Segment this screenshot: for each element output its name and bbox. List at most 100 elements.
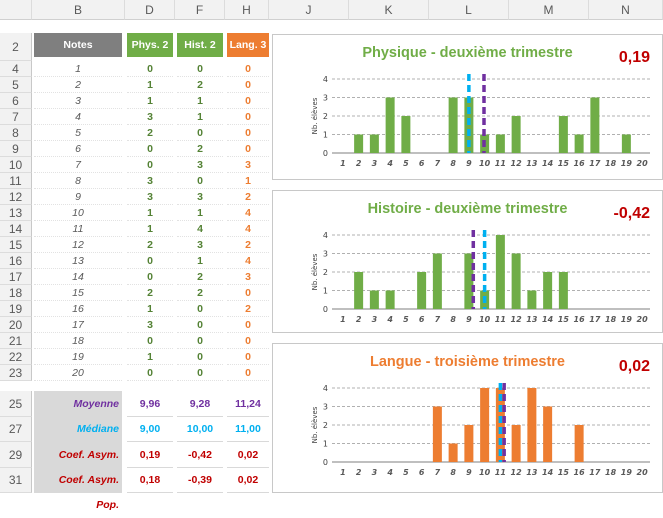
count-value: 1 bbox=[127, 349, 173, 365]
bar bbox=[495, 235, 505, 309]
note-value: 17 bbox=[34, 317, 122, 333]
count-value: 0 bbox=[177, 173, 223, 189]
x-tick-label: 10 bbox=[479, 468, 491, 477]
bar bbox=[558, 272, 568, 309]
column-header-l[interactable]: L bbox=[429, 0, 509, 20]
x-tick-label: 10 bbox=[479, 159, 491, 168]
row-header-31[interactable]: 31 bbox=[0, 468, 32, 493]
column-header-j[interactable]: J bbox=[269, 0, 349, 20]
x-tick-label: 9 bbox=[466, 315, 472, 324]
stat-label: Coef. Asym. Éch. bbox=[34, 442, 122, 487]
row-header-27[interactable]: 27 bbox=[0, 417, 32, 442]
x-tick-label: 15 bbox=[558, 315, 570, 324]
histogram-chart[interactable]: Langue - troisième trimestre 0,02 0 1 2 3 4 Nb.… bbox=[272, 343, 663, 493]
stat-label: Moyenne bbox=[34, 391, 122, 417]
x-tick-label: 8 bbox=[450, 159, 456, 168]
y-tick-label: 0 bbox=[323, 149, 328, 158]
count-value: 3 bbox=[127, 173, 173, 189]
count-value: 1 bbox=[127, 77, 173, 93]
note-value: 13 bbox=[34, 253, 122, 269]
column-header-f[interactable]: F bbox=[175, 0, 225, 20]
count-value: 0 bbox=[227, 93, 269, 109]
count-value: 0 bbox=[227, 365, 269, 381]
row-header-5[interactable]: 5 bbox=[0, 77, 32, 93]
count-value: 0 bbox=[227, 349, 269, 365]
column-header-b[interactable]: B bbox=[32, 0, 125, 20]
note-value: 6 bbox=[34, 141, 122, 157]
note-value: 2 bbox=[34, 77, 122, 93]
bar bbox=[527, 388, 537, 462]
row-header-16[interactable]: 16 bbox=[0, 253, 32, 269]
count-value: 3 bbox=[177, 189, 223, 205]
count-value: 4 bbox=[177, 221, 223, 237]
x-tick-label: 19 bbox=[621, 468, 633, 477]
x-tick-label: 11 bbox=[495, 315, 506, 324]
note-value: 3 bbox=[34, 93, 122, 109]
select-all-corner[interactable] bbox=[0, 0, 32, 20]
column-header-h[interactable]: H bbox=[225, 0, 269, 20]
row-header-22[interactable]: 22 bbox=[0, 349, 32, 365]
row-header-7[interactable]: 7 bbox=[0, 109, 32, 125]
row-header-20[interactable]: 20 bbox=[0, 317, 32, 333]
row-header-25[interactable]: 25 bbox=[0, 391, 32, 417]
row-header-19[interactable]: 19 bbox=[0, 301, 32, 317]
row-header-6[interactable]: 6 bbox=[0, 93, 32, 109]
row-header-13[interactable]: 13 bbox=[0, 205, 32, 221]
x-tick-label: 5 bbox=[403, 468, 409, 477]
x-tick-label: 16 bbox=[574, 315, 586, 324]
bar bbox=[401, 116, 411, 153]
column-header-n[interactable]: N bbox=[589, 0, 663, 20]
count-value: 0 bbox=[127, 141, 173, 157]
row-header-15[interactable]: 15 bbox=[0, 237, 32, 253]
x-tick-label: 9 bbox=[466, 468, 472, 477]
count-value: 0 bbox=[227, 77, 269, 93]
count-value: 3 bbox=[127, 189, 173, 205]
column-header-d[interactable]: D bbox=[125, 0, 175, 20]
note-value: 14 bbox=[34, 269, 122, 285]
row-header-8[interactable]: 8 bbox=[0, 125, 32, 141]
count-value: 1 bbox=[127, 301, 173, 317]
count-value: 2 bbox=[177, 77, 223, 93]
row-header-12[interactable]: 12 bbox=[0, 189, 32, 205]
note-value: 16 bbox=[34, 301, 122, 317]
row-header-2[interactable]: 2 bbox=[0, 33, 32, 61]
count-value: 1 bbox=[127, 93, 173, 109]
x-tick-label: 17 bbox=[589, 468, 601, 477]
histogram-plot: 01234Nb. élèves1 2 3 4 5 6 7 8 9 10 11 12 13 14 15 16 17… bbox=[311, 383, 650, 477]
x-tick-label: 16 bbox=[574, 468, 586, 477]
x-tick-label: 2 bbox=[356, 468, 362, 477]
stat-value: 11,24 bbox=[227, 391, 269, 417]
row-header-11[interactable]: 11 bbox=[0, 173, 32, 189]
row-header-14[interactable]: 14 bbox=[0, 221, 32, 237]
y-tick-label: 0 bbox=[323, 305, 328, 314]
column-header-m[interactable]: M bbox=[509, 0, 589, 20]
bar bbox=[574, 134, 584, 153]
stat-value: 0,18 bbox=[127, 468, 173, 493]
stat-value: 10,00 bbox=[177, 417, 223, 442]
y-tick-label: 2 bbox=[323, 421, 328, 430]
x-tick-label: 8 bbox=[450, 468, 456, 477]
column-header-k[interactable]: K bbox=[349, 0, 429, 20]
x-tick-label: 1 bbox=[340, 315, 346, 324]
count-value: 1 bbox=[127, 205, 173, 221]
row-header-4[interactable]: 4 bbox=[0, 61, 32, 77]
row-header-10[interactable]: 10 bbox=[0, 157, 32, 173]
x-tick-label: 4 bbox=[386, 159, 393, 168]
bar bbox=[621, 134, 631, 153]
lang-header: Lang. 3 bbox=[227, 33, 269, 57]
row-header-17[interactable]: 17 bbox=[0, 269, 32, 285]
stat-value: 0,02 bbox=[227, 442, 269, 468]
histogram-chart[interactable]: Physique - deuxième trimestre 0,19 0 1 2 3 4 Nb… bbox=[272, 34, 663, 180]
row-header-21[interactable]: 21 bbox=[0, 333, 32, 349]
bar bbox=[432, 406, 442, 462]
x-tick-label: 11 bbox=[495, 468, 506, 477]
histogram-chart[interactable]: Histoire - deuxième trimestre -0,42 0 1 2 3 4 N… bbox=[272, 190, 663, 333]
row-header-9[interactable]: 9 bbox=[0, 141, 32, 157]
row-header-29[interactable]: 29 bbox=[0, 442, 32, 468]
row-header-18[interactable]: 18 bbox=[0, 285, 32, 301]
count-value: 2 bbox=[227, 301, 269, 317]
bar bbox=[354, 272, 364, 309]
row-header-23[interactable]: 23 bbox=[0, 365, 32, 381]
count-value: 1 bbox=[177, 93, 223, 109]
count-value: 3 bbox=[227, 157, 269, 173]
